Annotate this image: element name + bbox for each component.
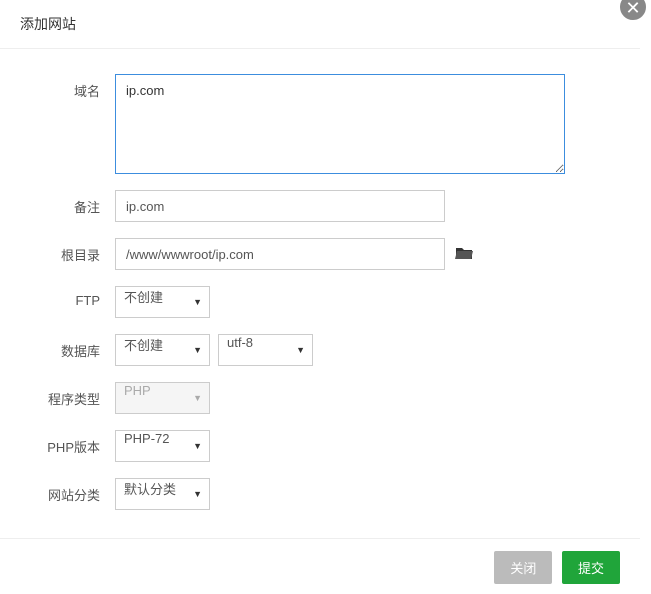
row-php-version: PHP版本 PHP-72 bbox=[20, 430, 620, 462]
label-ftp: FTP bbox=[20, 286, 115, 308]
site-category-select[interactable]: 默认分类 bbox=[115, 478, 210, 510]
dialog-title: 添加网站 bbox=[20, 16, 76, 32]
label-site-category: 网站分类 bbox=[20, 478, 115, 504]
row-database: 数据库 不创建 utf-8 bbox=[20, 334, 620, 366]
program-type-select: PHP bbox=[115, 382, 210, 414]
ftp-select[interactable]: 不创建 bbox=[115, 286, 210, 318]
dialog-header: 添加网站 bbox=[0, 0, 640, 49]
label-php-version: PHP版本 bbox=[20, 430, 115, 456]
dialog-body: 域名 备注 根目录 FTP 不创建 bbox=[0, 49, 640, 538]
root-input[interactable] bbox=[115, 238, 445, 270]
submit-button[interactable]: 提交 bbox=[562, 551, 620, 584]
row-program-type: 程序类型 PHP bbox=[20, 382, 620, 414]
database-select[interactable]: 不创建 bbox=[115, 334, 210, 366]
row-domain: 域名 bbox=[20, 74, 620, 174]
row-site-category: 网站分类 默认分类 bbox=[20, 478, 620, 510]
cancel-button[interactable]: 关闭 bbox=[494, 551, 552, 584]
domain-textarea[interactable] bbox=[115, 74, 565, 174]
row-remark: 备注 bbox=[20, 190, 620, 222]
php-version-select[interactable]: PHP-72 bbox=[115, 430, 210, 462]
row-ftp: FTP 不创建 bbox=[20, 286, 620, 318]
label-root: 根目录 bbox=[20, 238, 115, 264]
close-icon: ✕ bbox=[625, 0, 640, 18]
charset-select[interactable]: utf-8 bbox=[218, 334, 313, 366]
remark-input[interactable] bbox=[115, 190, 445, 222]
add-site-dialog: ✕ 添加网站 域名 备注 根目录 FTP bbox=[0, 0, 640, 594]
label-remark: 备注 bbox=[20, 190, 115, 216]
dialog-footer: 关闭 提交 bbox=[0, 538, 640, 594]
folder-icon[interactable] bbox=[455, 246, 473, 263]
label-domain: 域名 bbox=[20, 74, 115, 100]
row-root: 根目录 bbox=[20, 238, 620, 270]
label-program-type: 程序类型 bbox=[20, 382, 115, 408]
label-database: 数据库 bbox=[20, 334, 115, 360]
